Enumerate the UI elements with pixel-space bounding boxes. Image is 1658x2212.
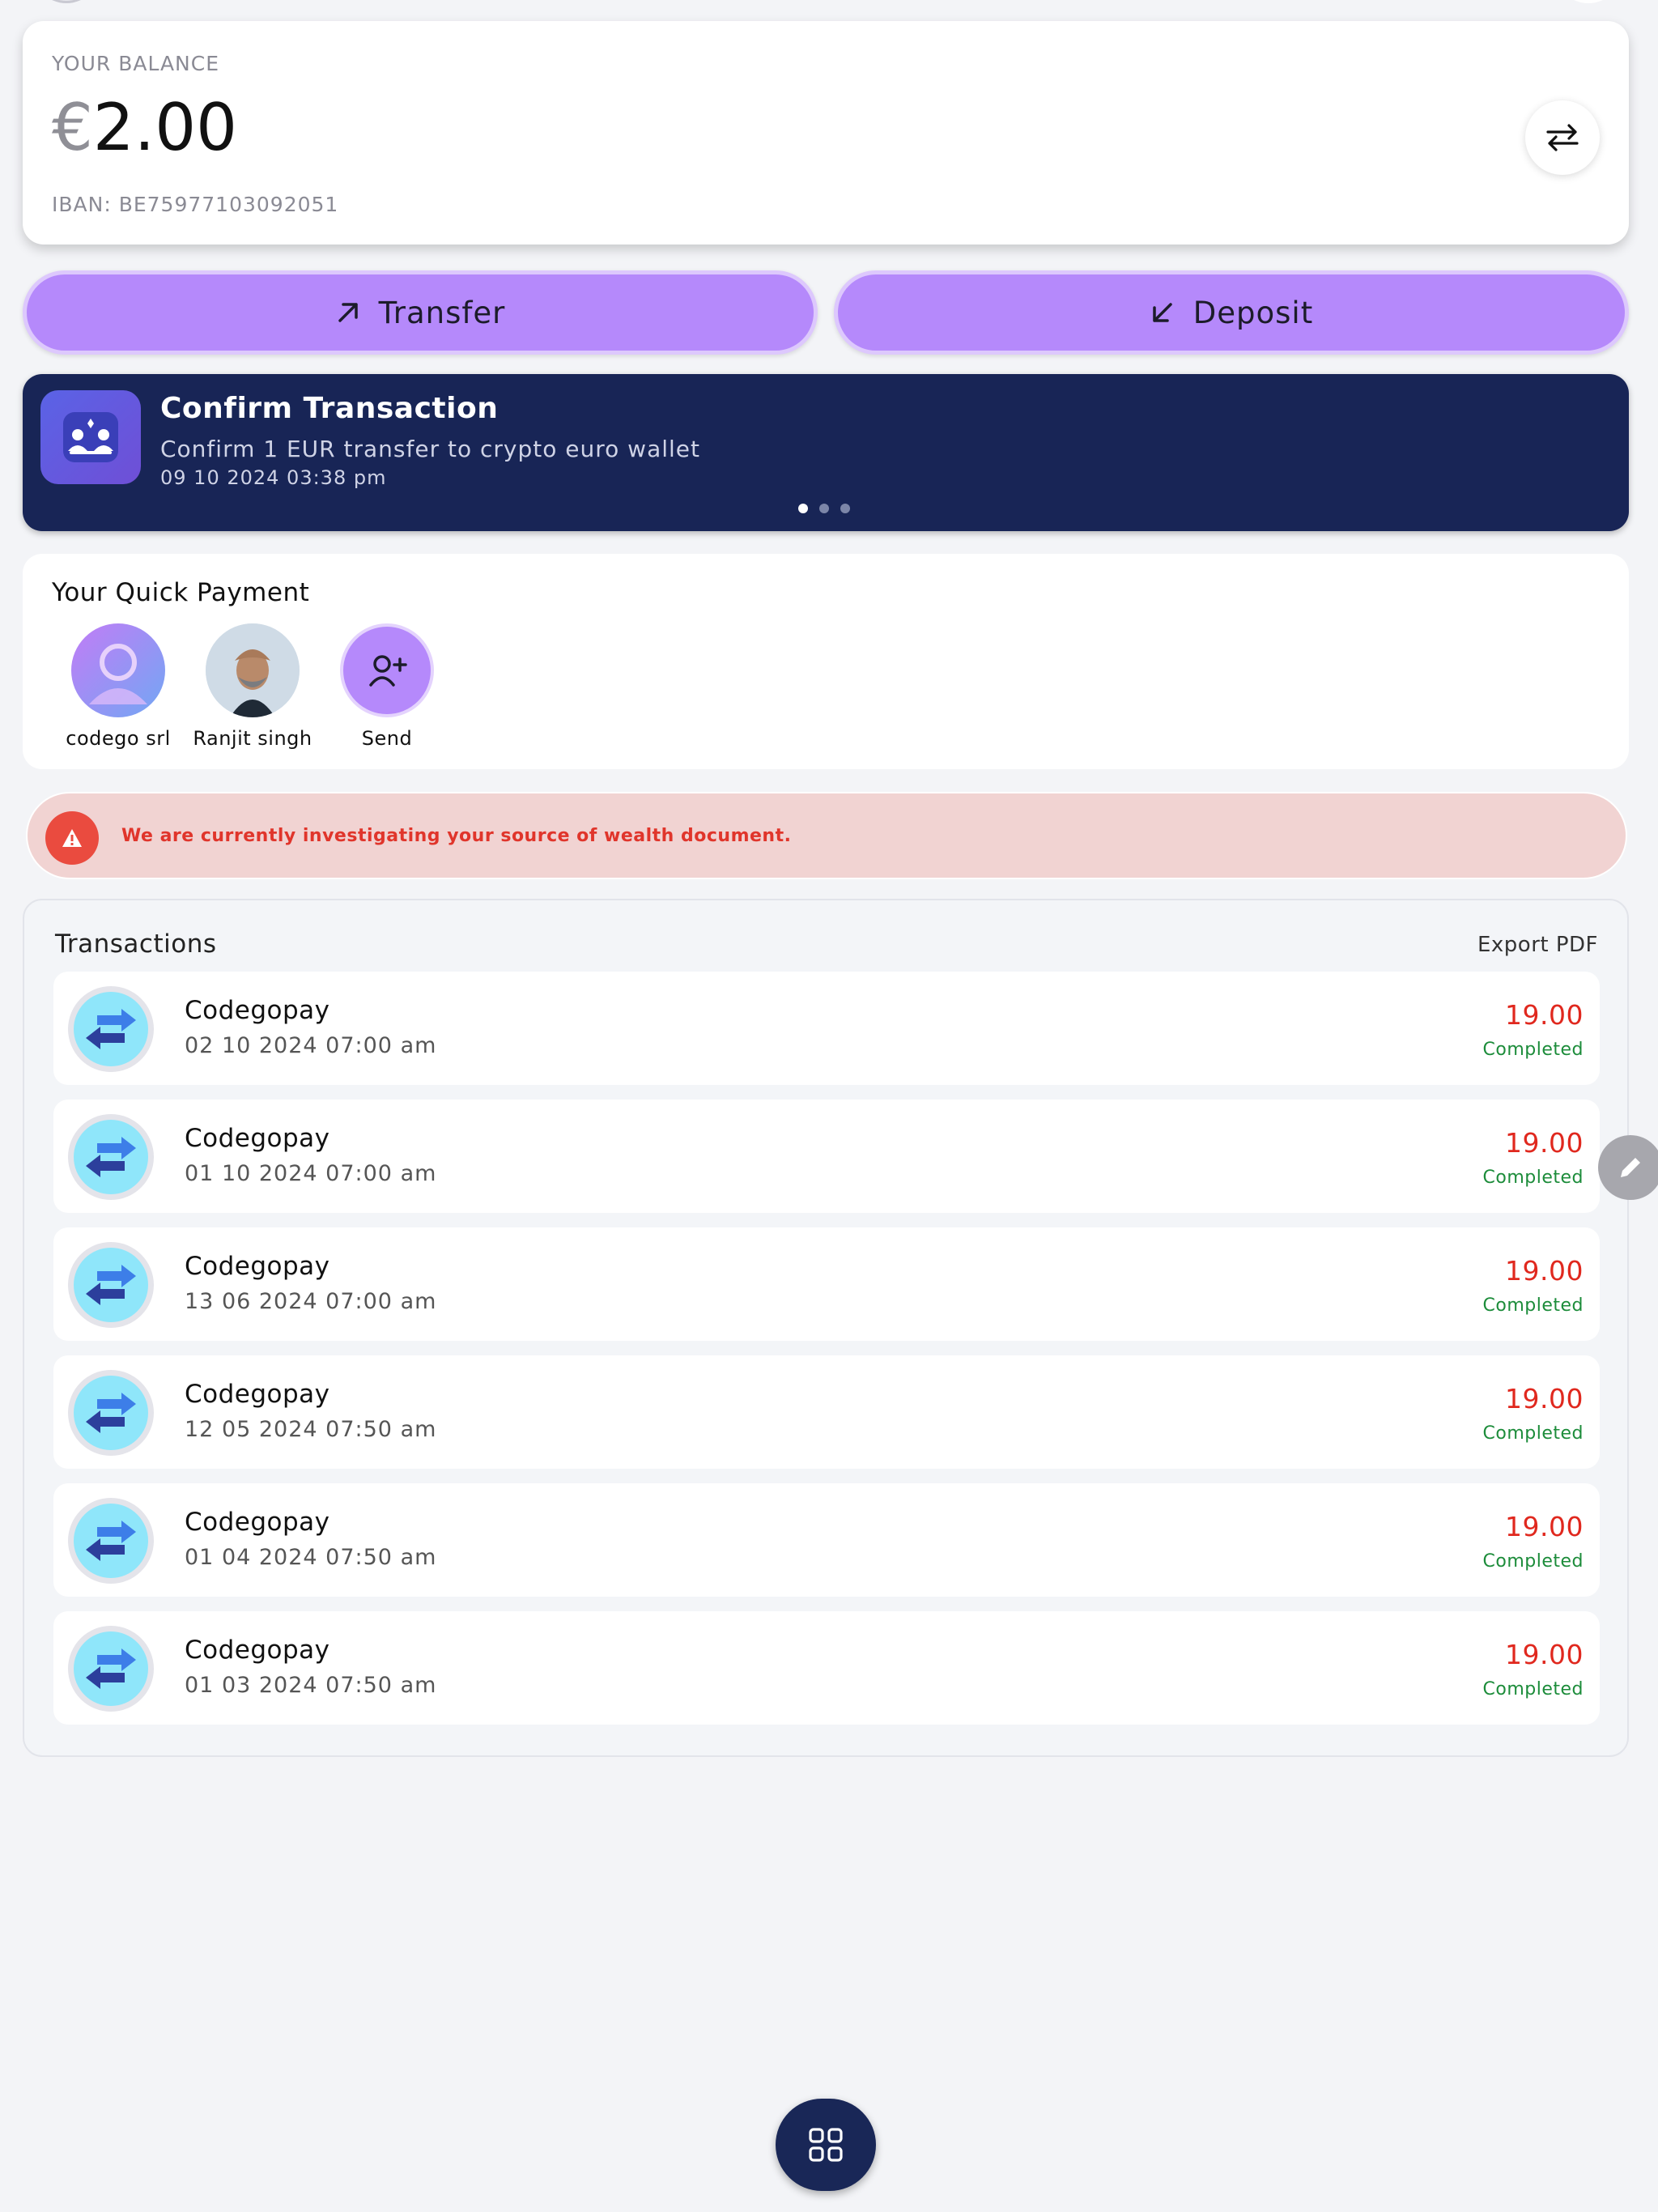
transfer-arrows-icon <box>68 1114 154 1200</box>
swap-currency-button[interactable] <box>1525 100 1600 175</box>
header-button[interactable] <box>1554 0 1622 3</box>
transaction-status: Completed <box>1482 1040 1584 1060</box>
transaction-row[interactable]: Codegopay 01 04 2024 07:50 am 19.00 Complet… <box>53 1483 1600 1597</box>
confirm-transaction-banner[interactable]: Confirm Transaction Confirm 1 EUR transf… <box>23 374 1629 531</box>
deposit-label: Deposit <box>1192 295 1314 330</box>
quick-contact-ranjit[interactable]: Ranjit singh <box>188 623 317 750</box>
transfer-label: Transfer <box>378 295 506 330</box>
balance-card: YOUR BALANCE €2.00 IBAN: BE7597710309205… <box>23 21 1629 245</box>
transaction-amount: 19.00 <box>1505 1255 1584 1287</box>
carousel-dot[interactable] <box>840 504 850 513</box>
transaction-name: Codegopay <box>185 1252 330 1281</box>
transactions-title: Transactions <box>55 929 217 959</box>
contact-name: Send <box>361 727 413 750</box>
transaction-name: Codegopay <box>185 1380 330 1409</box>
grid-icon <box>809 2128 843 2162</box>
transaction-status: Completed <box>1482 1679 1584 1699</box>
export-pdf-link[interactable]: Export PDF <box>1477 933 1598 957</box>
carousel-dots <box>798 504 850 513</box>
confirm-datetime: 09 10 2024 03:38 pm <box>160 466 387 489</box>
menu-grid-button[interactable] <box>776 2099 876 2191</box>
wealth-document-alert: We are currently investigating your sour… <box>26 792 1627 879</box>
transfer-arrows-icon <box>68 1242 154 1328</box>
transfer-button[interactable]: Transfer <box>23 270 818 355</box>
transfer-arrows-icon <box>68 1370 154 1456</box>
carousel-dot[interactable] <box>798 504 808 513</box>
deposit-button[interactable]: Deposit <box>834 270 1629 355</box>
transaction-status: Completed <box>1482 1551 1584 1572</box>
iban-text: IBAN: BE75977103092051 <box>52 193 339 216</box>
transaction-status: Completed <box>1482 1168 1584 1188</box>
transfer-arrows-icon <box>68 1626 154 1712</box>
transfer-arrows-icon <box>68 986 154 1072</box>
default-user-avatar <box>71 623 165 717</box>
transaction-amount: 19.00 <box>1505 999 1584 1031</box>
arrow-down-left-icon <box>1153 303 1172 322</box>
balance-value: 2.00 <box>92 90 238 165</box>
transaction-amount: 19.00 <box>1505 1639 1584 1670</box>
carousel-dot[interactable] <box>819 504 829 513</box>
quick-payment-title: Your Quick Payment <box>52 578 310 607</box>
transaction-date: 13 06 2024 07:00 am <box>185 1289 437 1314</box>
transaction-status: Completed <box>1482 1295 1584 1316</box>
transaction-row[interactable]: Codegopay 12 05 2024 07:50 am 19.00 Complet… <box>53 1355 1600 1469</box>
transaction-row[interactable]: Codegopay 13 06 2024 07:00 am 19.00 Complet… <box>53 1227 1600 1341</box>
quick-send-button[interactable]: Send <box>322 623 452 750</box>
transaction-amount: 19.00 <box>1505 1383 1584 1414</box>
transaction-date: 02 10 2024 07:00 am <box>185 1033 437 1058</box>
confirm-title: Confirm Transaction <box>160 392 499 425</box>
transaction-name: Codegopay <box>185 996 330 1025</box>
transaction-name: Codegopay <box>185 1636 330 1665</box>
transaction-amount: 19.00 <box>1505 1127 1584 1159</box>
transaction-name: Codegopay <box>185 1124 330 1153</box>
swap-arrows-icon <box>1546 124 1579 151</box>
transaction-row[interactable]: Codegopay 01 10 2024 07:00 am 19.00 Complet… <box>53 1100 1600 1213</box>
transaction-date: 01 04 2024 07:50 am <box>185 1545 437 1570</box>
edit-floating-button[interactable] <box>1598 1135 1658 1200</box>
contact-name: Ranjit singh <box>193 727 312 750</box>
transaction-row[interactable]: Codegopay 01 03 2024 07:50 am 19.00 Complet… <box>53 1611 1600 1725</box>
warning-icon <box>45 811 99 865</box>
add-user-icon <box>340 623 434 717</box>
confirm-description: Confirm 1 EUR transfer to crypto euro wa… <box>160 436 700 462</box>
transaction-status: Completed <box>1482 1423 1584 1444</box>
alert-message: We are currently investigating your sour… <box>121 826 792 846</box>
transactions-panel: Transactions Export PDF Codegopay 02 10 2… <box>23 899 1629 1757</box>
transaction-amount: 19.00 <box>1505 1511 1584 1542</box>
transaction-date: 01 03 2024 07:50 am <box>185 1673 437 1698</box>
balance-label: YOUR BALANCE <box>52 52 220 75</box>
transaction-people-icon <box>40 390 141 484</box>
transfer-arrows-icon <box>68 1498 154 1584</box>
currency-symbol: € <box>52 90 93 165</box>
transaction-date: 01 10 2024 07:00 am <box>185 1161 437 1186</box>
transaction-name: Codegopay <box>185 1508 330 1537</box>
balance-amount: €2.00 <box>52 96 237 160</box>
quick-payment-card: Your Quick Payment codego srl Ranjit sin… <box>23 554 1629 769</box>
contact-name: codego srl <box>66 727 171 750</box>
transaction-date: 12 05 2024 07:50 am <box>185 1417 437 1442</box>
arrow-up-right-icon <box>338 303 358 322</box>
profile-avatar[interactable] <box>32 0 100 3</box>
photo-avatar <box>206 623 300 717</box>
quick-contact-codego[interactable]: codego srl <box>53 623 183 750</box>
transaction-row[interactable]: Codegopay 02 10 2024 07:00 am 19.00 Complet… <box>53 972 1600 1085</box>
pencil-icon <box>1621 1158 1640 1177</box>
